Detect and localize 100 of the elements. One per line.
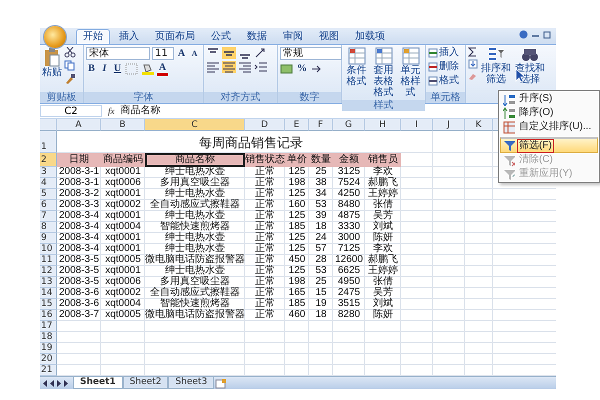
font-color-button[interactable]: A xyxy=(157,62,168,76)
currency-icon[interactable] xyxy=(280,62,294,74)
restore-icon[interactable] xyxy=(543,30,552,39)
bold-button[interactable]: B xyxy=(86,62,97,76)
ribbon-tab[interactable]: 审阅 xyxy=(276,29,310,44)
ribbon-tab[interactable]: 页面布局 xyxy=(148,29,202,44)
group-label: 字体 xyxy=(84,92,203,103)
align-center-icon[interactable] xyxy=(222,61,236,73)
table-cell-text: 125 xyxy=(288,189,306,200)
fill-color-icon[interactable] xyxy=(141,63,155,75)
row-number[interactable]: 11 xyxy=(40,255,57,266)
ribbon-tab[interactable]: 视图 xyxy=(312,29,346,44)
ribbon-tab[interactable]: 数据 xyxy=(240,29,274,44)
row-number[interactable]: 14 xyxy=(40,288,57,299)
table-cell-text: 多用真空吸尘器 xyxy=(159,277,231,287)
style-button[interactable]: 单元格样式 xyxy=(398,47,423,98)
underline-button[interactable]: U xyxy=(112,62,123,76)
row-number[interactable]: 18 xyxy=(40,332,57,343)
cells-button[interactable]: 插入 xyxy=(428,47,459,59)
table-cell-text: 张倩 xyxy=(372,200,394,210)
ribbon-tab[interactable]: 开始 xyxy=(76,29,110,44)
row-number[interactable]: 7 xyxy=(40,211,57,222)
align-right-icon[interactable] xyxy=(238,61,252,73)
menu-item[interactable]: 自定义排序(U)... xyxy=(500,120,598,134)
ribbon-tab[interactable]: 插入 xyxy=(112,29,146,44)
table-cell-text: 185 xyxy=(288,299,306,310)
grow-font-button[interactable]: A xyxy=(176,47,187,60)
row-number[interactable]: 20 xyxy=(40,354,57,365)
row-number[interactable]: 19 xyxy=(40,343,57,354)
borders-icon[interactable] xyxy=(125,63,139,75)
shrink-font-button[interactable]: A xyxy=(189,47,200,60)
table-style-icon[interactable] xyxy=(374,47,392,65)
column-header[interactable]: C xyxy=(145,119,245,131)
cells-button[interactable]: 删除 xyxy=(428,61,459,73)
clipboard-icon[interactable] xyxy=(44,47,60,67)
row-number[interactable]: 16 xyxy=(40,310,57,321)
row-number[interactable]: 6 xyxy=(40,200,57,211)
font-name-field[interactable]: 宋体 xyxy=(86,47,150,60)
new-sheet-icon[interactable] xyxy=(214,379,228,389)
style-button[interactable]: 条件格式 xyxy=(344,47,369,87)
menu-item[interactable]: 筛选(F) xyxy=(500,137,598,153)
fill-down-icon[interactable] xyxy=(468,59,478,69)
formula-field[interactable]: 商品名称 xyxy=(120,105,160,117)
delete-icon[interactable] xyxy=(428,62,438,72)
table-cell-text: 2008-3-6 xyxy=(58,299,100,310)
function-button[interactable]: fx xyxy=(108,106,114,116)
table-cell-text: xqt0006 xyxy=(104,178,142,189)
sort-ascending-icon[interactable] xyxy=(503,92,515,106)
insert-icon[interactable] xyxy=(428,48,438,58)
group-label: 样式 xyxy=(342,100,425,111)
name-box[interactable]: C2 xyxy=(40,105,102,117)
cells-button[interactable]: 格式 xyxy=(428,75,459,87)
paintbrush-icon[interactable] xyxy=(64,73,76,84)
sort-filter-icon[interactable] xyxy=(487,47,505,63)
row-number[interactable]: 4 xyxy=(40,178,57,189)
help-icon[interactable] xyxy=(519,30,528,39)
cell-style-icon[interactable] xyxy=(402,47,420,65)
align-left-icon[interactable] xyxy=(206,61,220,73)
table-cell-text: 3330 xyxy=(336,222,362,233)
paste-button[interactable]: 粘贴 xyxy=(42,47,62,78)
row-number[interactable]: 9 xyxy=(40,233,57,244)
style-button[interactable]: 套用表格格式 xyxy=(371,47,396,98)
conditional-format-icon[interactable] xyxy=(348,47,366,65)
copy-icon[interactable] xyxy=(64,60,76,71)
row-number[interactable]: 21 xyxy=(40,365,57,376)
row-number[interactable]: 3 xyxy=(40,167,57,178)
number-format-field[interactable]: 常规 xyxy=(280,47,342,60)
row-number[interactable]: 15 xyxy=(40,299,57,310)
row-number[interactable]: 17 xyxy=(40,321,57,332)
sort-descending-icon[interactable] xyxy=(503,106,515,120)
sheet-tab[interactable]: Sheet2 xyxy=(122,377,168,389)
binoculars-icon[interactable] xyxy=(521,47,539,63)
editing-button[interactable]: 排序和筛选 xyxy=(480,47,512,85)
row-number[interactable]: 8 xyxy=(40,222,57,233)
sheet-tab[interactable]: Sheet1 xyxy=(73,377,123,389)
row-number[interactable]: 12 xyxy=(40,266,57,277)
font-size-field[interactable]: 11 xyxy=(152,47,174,60)
table-cell-text: 绅士电热水壶 xyxy=(165,244,226,254)
row-number[interactable]: 13 xyxy=(40,277,57,288)
row-number[interactable]: 2 xyxy=(40,153,57,167)
table-cell-text: 165 xyxy=(288,288,306,299)
percent-button[interactable]: % xyxy=(296,62,308,75)
menu-item[interactable]: 升序(S) xyxy=(500,92,598,106)
ribbon-tab[interactable]: 加载项 xyxy=(348,29,392,44)
table-icon[interactable] xyxy=(503,120,515,134)
sheet-tab[interactable]: Sheet3 xyxy=(168,377,214,389)
format-icon[interactable] xyxy=(428,76,438,86)
italic-button[interactable]: I xyxy=(99,62,110,76)
indent-icon[interactable] xyxy=(254,61,268,73)
align-middle-icon[interactable] xyxy=(222,47,236,59)
sum-icon[interactable] xyxy=(468,47,478,57)
funnel-icon[interactable] xyxy=(503,139,515,152)
menu-item[interactable]: 降序(O) xyxy=(500,106,598,120)
table-cell-text: 198 xyxy=(288,277,306,288)
row-number[interactable]: 5 xyxy=(40,189,57,200)
scissors-icon[interactable] xyxy=(64,47,76,58)
ribbon-tab[interactable]: 公式 xyxy=(204,29,238,44)
table-cell-text: 正常 xyxy=(254,222,276,232)
row-number[interactable]: 10 xyxy=(40,244,57,255)
row-number[interactable]: 1 xyxy=(40,131,57,153)
